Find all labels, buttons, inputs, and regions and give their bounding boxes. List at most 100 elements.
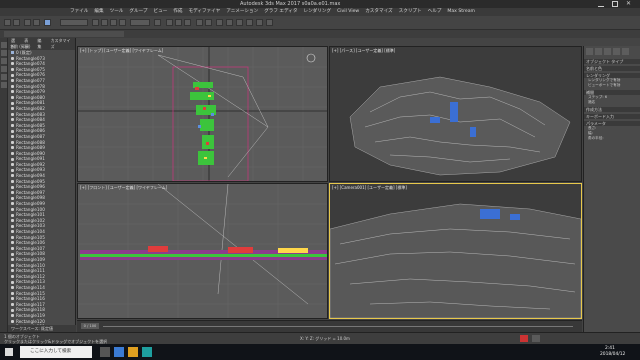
shape-icon	[11, 241, 14, 245]
menu-customize[interactable]: カスタマイズ	[365, 8, 392, 16]
menu-edit[interactable]: 編集	[94, 8, 103, 16]
select-by-name-icon[interactable]	[92, 19, 99, 26]
select-icon[interactable]	[44, 19, 51, 26]
render-setup-icon[interactable]	[246, 19, 253, 26]
close-icon[interactable]: ✕	[626, 0, 631, 8]
menu-tools[interactable]: ツール	[110, 8, 124, 16]
time-slider[interactable]: 0 / 100	[81, 323, 99, 329]
shape-icon	[11, 303, 14, 307]
render-icon[interactable]	[256, 19, 263, 26]
create-tab-icon[interactable]	[586, 48, 593, 55]
menu-max-stream[interactable]: Max Stream	[447, 8, 475, 16]
display-tab-icon[interactable]	[622, 48, 629, 55]
percent-snap-icon[interactable]	[184, 19, 191, 26]
mirror-icon[interactable]	[196, 19, 203, 26]
light-filter-icon[interactable]	[1, 66, 7, 72]
menu-help[interactable]: ヘルプ	[428, 8, 442, 16]
front-view-drawing	[78, 184, 327, 318]
filter-icon[interactable]	[1, 42, 7, 48]
selection-filter-dropdown[interactable]	[60, 19, 88, 26]
viewport-perspective[interactable]: [+] [パース] [ユーザー定義] [標準]	[329, 46, 582, 182]
menu-view[interactable]: ビュー	[154, 8, 168, 16]
viewport-label[interactable]: [+] [フロント] [ユーザー定義] [ワイヤフレーム]	[80, 185, 167, 191]
edge-icon[interactable]	[114, 347, 124, 357]
shape-icon	[11, 280, 14, 284]
layer-icon[interactable]	[216, 19, 223, 26]
menu-rendering[interactable]: レンダリング	[303, 8, 331, 16]
camera-filter-icon[interactable]	[1, 74, 7, 80]
undo-icon[interactable]	[4, 19, 11, 26]
task-view-icon[interactable]	[100, 347, 110, 357]
shape-icon	[11, 314, 14, 318]
geometry-filter-icon[interactable]	[1, 50, 7, 56]
menu-animation[interactable]: アニメーション	[226, 8, 258, 16]
scale-icon[interactable]	[119, 19, 126, 26]
shape-filter-icon[interactable]	[1, 58, 7, 64]
explorer-icon[interactable]	[128, 347, 138, 357]
workspace-selector[interactable]: ワークスペース: 既定値	[8, 325, 76, 332]
render-frame-icon[interactable]	[266, 19, 273, 26]
rollout-object-type[interactable]: オブジェクト タイプ	[584, 59, 640, 64]
shape-icon	[11, 308, 14, 312]
motion-tab-icon[interactable]	[613, 48, 620, 55]
shape-icon	[11, 129, 14, 133]
viewport-top[interactable]: [+] [トップ] [ユーザー定義] [ワイヤフレーム]	[77, 46, 328, 182]
redo-icon[interactable]	[13, 19, 20, 26]
tab-edit[interactable]: 編集	[37, 38, 44, 49]
helper-filter-icon[interactable]	[1, 82, 7, 88]
menu-scripting[interactable]: スクリプト	[399, 8, 422, 16]
align-icon[interactable]	[205, 19, 212, 26]
shape-icon	[11, 275, 14, 279]
status-bar: 1 個のオブジェクト クリックまたはクリック&ドラッグでオブジェクトを選択 X:…	[0, 332, 640, 344]
taskbar-search[interactable]: ここに入力して検索	[20, 346, 92, 358]
shape-icon	[11, 213, 14, 217]
reference-coordinate-dropdown[interactable]	[130, 19, 150, 26]
viewport-label[interactable]: [+] [トップ] [ユーザー定義] [ワイヤフレーム]	[80, 48, 163, 54]
hierarchy-tab-icon[interactable]	[604, 48, 611, 55]
timeline[interactable]: 0 / 100	[77, 320, 582, 332]
clock-date[interactable]: 2018/04/12	[600, 352, 625, 357]
checkbox-adaptive[interactable]: 適応	[584, 100, 640, 105]
menu-graph-editors[interactable]: グラフ エディタ	[264, 8, 297, 16]
rotate-icon[interactable]	[110, 19, 117, 26]
rollout-name-color[interactable]: 名前と色	[584, 66, 640, 71]
unlink-icon[interactable]	[33, 19, 40, 26]
maximize-icon[interactable]	[612, 1, 618, 7]
corner-radius-field[interactable]: 角の半径:	[584, 136, 640, 141]
snap-icon[interactable]	[166, 19, 173, 26]
viewport-label[interactable]: [+] [Camera001] [ユーザー定義] [標準]	[332, 185, 407, 191]
play-icon[interactable]	[532, 335, 540, 342]
menu-modifiers[interactable]: モディファイヤ	[189, 8, 221, 16]
clock-time[interactable]: 2:41	[605, 346, 615, 351]
shape-icon	[11, 56, 14, 60]
menu-create[interactable]: 作成	[173, 8, 182, 16]
menu-group[interactable]: グループ	[129, 8, 147, 16]
shape-icon	[11, 207, 14, 211]
angle-snap-icon[interactable]	[175, 19, 182, 26]
viewport-camera[interactable]: [+] [Camera001] [ユーザー定義] [標準]	[329, 183, 582, 319]
menu-civil-view[interactable]: Civil View	[337, 8, 359, 16]
shape-icon	[11, 174, 14, 178]
viewport-label[interactable]: [+] [パース] [ユーザー定義] [標準]	[332, 48, 395, 54]
viewport-front[interactable]: [+] [フロント] [ユーザー定義] [ワイヤフレーム]	[77, 183, 328, 319]
curve-editor-icon[interactable]	[226, 19, 233, 26]
shape-icon	[11, 73, 14, 77]
material-editor-icon[interactable]	[236, 19, 243, 26]
move-icon[interactable]	[101, 19, 108, 26]
menu-file[interactable]: ファイル	[70, 8, 88, 16]
rollout-creation-method[interactable]: 作成方法	[584, 107, 640, 112]
modify-tab-icon[interactable]	[595, 48, 602, 55]
minimize-icon[interactable]	[598, 1, 604, 7]
link-icon[interactable]	[24, 19, 31, 26]
auto-key-button[interactable]	[520, 335, 528, 342]
ribbon-tabs[interactable]	[4, 31, 124, 37]
3dsmax-icon[interactable]	[142, 347, 152, 357]
checkbox-viewport-enable[interactable]: ビューポートで有効	[584, 83, 640, 88]
rollout-keyboard-entry[interactable]: キーボード入力	[584, 114, 640, 119]
pivot-icon[interactable]	[154, 19, 161, 26]
shape-icon	[11, 258, 14, 262]
title-bar: Autodesk 3ds Max 2017 s0a0a.e01.max ✕	[0, 0, 640, 8]
start-icon[interactable]	[5, 348, 13, 356]
left-strip	[0, 38, 8, 332]
tab-customize[interactable]: カスタマイズ	[51, 38, 72, 49]
